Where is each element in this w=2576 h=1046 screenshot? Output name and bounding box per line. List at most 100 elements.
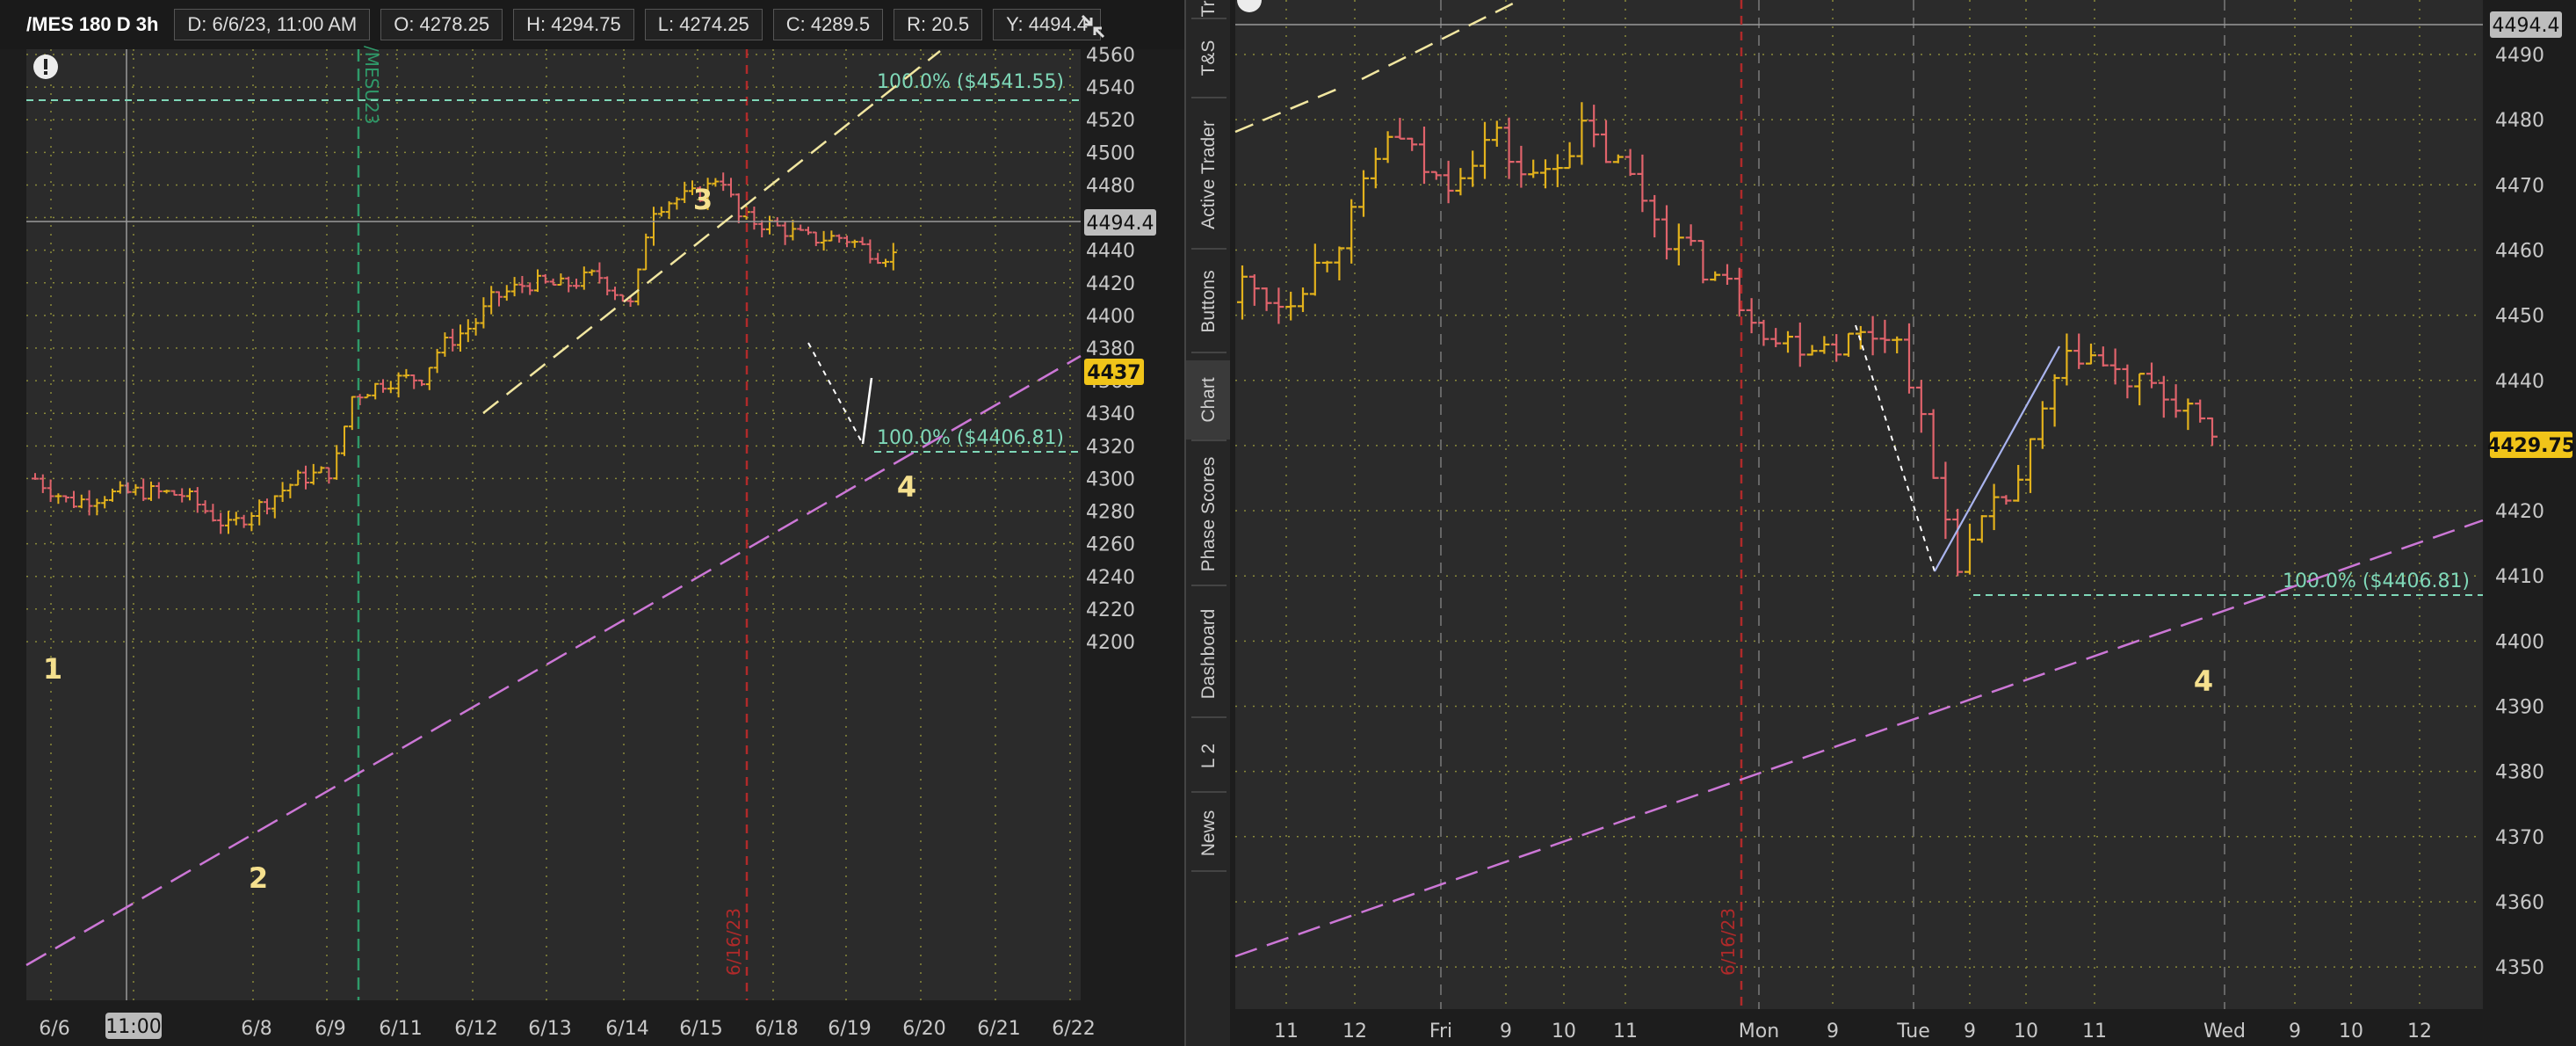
left-price-tick: 4500 bbox=[1086, 142, 1135, 164]
side-tab-separator bbox=[1191, 97, 1226, 98]
right-price-tick: 4400 bbox=[2495, 631, 2544, 653]
left-price-tick: 4520 bbox=[1086, 110, 1135, 132]
left-price-tick: 4260 bbox=[1086, 534, 1135, 556]
left-price-tick: 4420 bbox=[1086, 273, 1135, 295]
left-price-tick: 4540 bbox=[1086, 77, 1135, 99]
side-tab-chart[interactable]: Chart bbox=[1186, 360, 1232, 439]
right-time-tick: 10 bbox=[2339, 1021, 2363, 1042]
left-price-tick: 4300 bbox=[1086, 469, 1135, 490]
left-plot-area[interactable] bbox=[26, 49, 1081, 1000]
left-crosshair-price: 4494.4 bbox=[1087, 213, 1154, 235]
side-tab-separator bbox=[1191, 352, 1226, 353]
right-price-tick: 4410 bbox=[2495, 566, 2544, 588]
left-price-chart[interactable]: 4560454045204500448044604440442044004380… bbox=[0, 0, 1184, 1046]
left-gutter bbox=[0, 49, 26, 1000]
left-date-tick: 6/20 bbox=[902, 1018, 945, 1040]
left-date-tick: 6/13 bbox=[528, 1018, 571, 1040]
left-price-tick: 4480 bbox=[1086, 175, 1135, 197]
left-date-tick: 6/15 bbox=[679, 1018, 722, 1040]
left-expiry-label: 6/16/23 bbox=[723, 908, 744, 976]
left-date-tick: 6/12 bbox=[454, 1018, 497, 1040]
left-wave-label: 2 bbox=[249, 861, 268, 895]
left-wave-label: 1 bbox=[43, 652, 62, 686]
side-tab-tr[interactable]: Tr bbox=[1186, 0, 1232, 18]
left-price-tick: 4560 bbox=[1086, 45, 1135, 67]
left-current-price: 4437 bbox=[1087, 362, 1140, 384]
right-time-tick: 12 bbox=[2407, 1021, 2432, 1042]
side-tab-dashboard[interactable]: Dashboard bbox=[1186, 591, 1232, 716]
right-price-tick: 4420 bbox=[2495, 501, 2544, 523]
side-tab-label: Active Trader bbox=[1198, 120, 1219, 229]
right-wave-label: 4 bbox=[2194, 665, 2213, 698]
left-contract-roll-label: /MESU23 bbox=[361, 46, 382, 124]
side-tab-separator bbox=[1191, 248, 1226, 250]
right-time-tick: 11 bbox=[1613, 1021, 1638, 1042]
side-tab-separator bbox=[1191, 716, 1226, 718]
right-time-tick: 9 bbox=[2289, 1021, 2301, 1042]
side-tab-strip: Tr T&S Active Trader Buttons Chart Phase Scor… bbox=[1184, 0, 1234, 1046]
right-time-tick: 11 bbox=[1274, 1021, 1299, 1042]
right-price-tick: 4380 bbox=[2495, 762, 2544, 784]
left-price-tick: 4400 bbox=[1086, 306, 1135, 328]
right-time-tick: 9 bbox=[1827, 1021, 1839, 1042]
right-time-tick: 10 bbox=[1552, 1021, 1576, 1042]
left-price-tick: 4200 bbox=[1086, 632, 1135, 654]
right-plot-area[interactable] bbox=[1235, 0, 2483, 1009]
left-price-tick: 4340 bbox=[1086, 403, 1135, 425]
side-tab-separator bbox=[1191, 870, 1226, 872]
right-price-tick: 4490 bbox=[2495, 45, 2544, 67]
side-tab-label: News bbox=[1198, 810, 1219, 856]
side-tab-l-2[interactable]: L 2 bbox=[1186, 721, 1232, 791]
right-time-tick: 9 bbox=[1500, 1021, 1512, 1042]
left-date-tick: 6/6 bbox=[39, 1018, 69, 1040]
alert-icon[interactable] bbox=[32, 53, 60, 81]
right-time-tick: 12 bbox=[1342, 1021, 1367, 1042]
side-tab-buttons[interactable]: Buttons bbox=[1186, 251, 1232, 352]
left-date-tick: 6/21 bbox=[977, 1018, 1020, 1040]
side-tab-t-s[interactable]: T&S bbox=[1186, 19, 1232, 97]
right-price-tick: 4480 bbox=[2495, 110, 2544, 132]
left-date-tick: 6/18 bbox=[755, 1018, 798, 1040]
side-tab-label: Dashboard bbox=[1198, 608, 1219, 699]
side-tab-news[interactable]: News bbox=[1186, 795, 1232, 870]
left-date-tick: 6/22 bbox=[1052, 1018, 1095, 1040]
left-date-tick: 6/11 bbox=[379, 1018, 422, 1040]
left-fib-top-label: 100.0% ($4541.55) bbox=[877, 71, 1064, 93]
right-time-tick: 9 bbox=[1964, 1021, 1976, 1042]
right-price-tick: 4370 bbox=[2495, 827, 2544, 849]
right-price-tick: 4470 bbox=[2495, 175, 2544, 197]
side-tab-label: Tr bbox=[1198, 0, 1219, 18]
left-date-tick: 6/8 bbox=[241, 1018, 271, 1040]
right-time-tick: Fri bbox=[1429, 1021, 1452, 1042]
side-tab-separator bbox=[1191, 791, 1226, 793]
side-tab-label: Buttons bbox=[1198, 269, 1219, 333]
side-tab-active-trader[interactable]: Active Trader bbox=[1186, 101, 1232, 248]
left-date-tick: 6/14 bbox=[605, 1018, 648, 1040]
right-price-tick: 4460 bbox=[2495, 240, 2544, 262]
right-current-price: 4429.75 bbox=[2487, 435, 2575, 457]
crosshair-time-label: 11:00 bbox=[105, 1016, 161, 1038]
left-date-tick: 6/9 bbox=[315, 1018, 345, 1040]
right-time-tick: 10 bbox=[2014, 1021, 2038, 1042]
side-tab-phase-scores[interactable]: Phase Scores bbox=[1186, 444, 1232, 585]
right-expiry-label: 6/16/23 bbox=[1718, 908, 1739, 976]
left-price-tick: 4380 bbox=[1086, 338, 1135, 360]
right-time-tick: Tue bbox=[1896, 1021, 1930, 1042]
side-tab-label: L 2 bbox=[1198, 743, 1219, 769]
right-price-chart[interactable]: 4490448044704460445044404430442044104400… bbox=[1230, 0, 2576, 1046]
right-price-tick: 4440 bbox=[2495, 371, 2544, 393]
side-tab-label: T&S bbox=[1198, 40, 1219, 76]
right-price-tick: 4390 bbox=[2495, 697, 2544, 719]
left-wave-label: 4 bbox=[897, 470, 916, 504]
left-price-tick: 4280 bbox=[1086, 502, 1135, 524]
right-time-tick: 11 bbox=[2082, 1021, 2107, 1042]
side-tab-label: Chart bbox=[1198, 377, 1219, 423]
right-price-tick: 4350 bbox=[2495, 957, 2544, 979]
side-tab-label: Phase Scores bbox=[1198, 456, 1219, 572]
side-tab-separator bbox=[1191, 439, 1226, 441]
left-price-tick: 4320 bbox=[1086, 436, 1135, 458]
left-price-tick: 4440 bbox=[1086, 241, 1135, 263]
left-price-tick: 4240 bbox=[1086, 567, 1135, 589]
left-price-tick: 4220 bbox=[1086, 599, 1135, 621]
right-time-tick: Mon bbox=[1739, 1021, 1779, 1042]
